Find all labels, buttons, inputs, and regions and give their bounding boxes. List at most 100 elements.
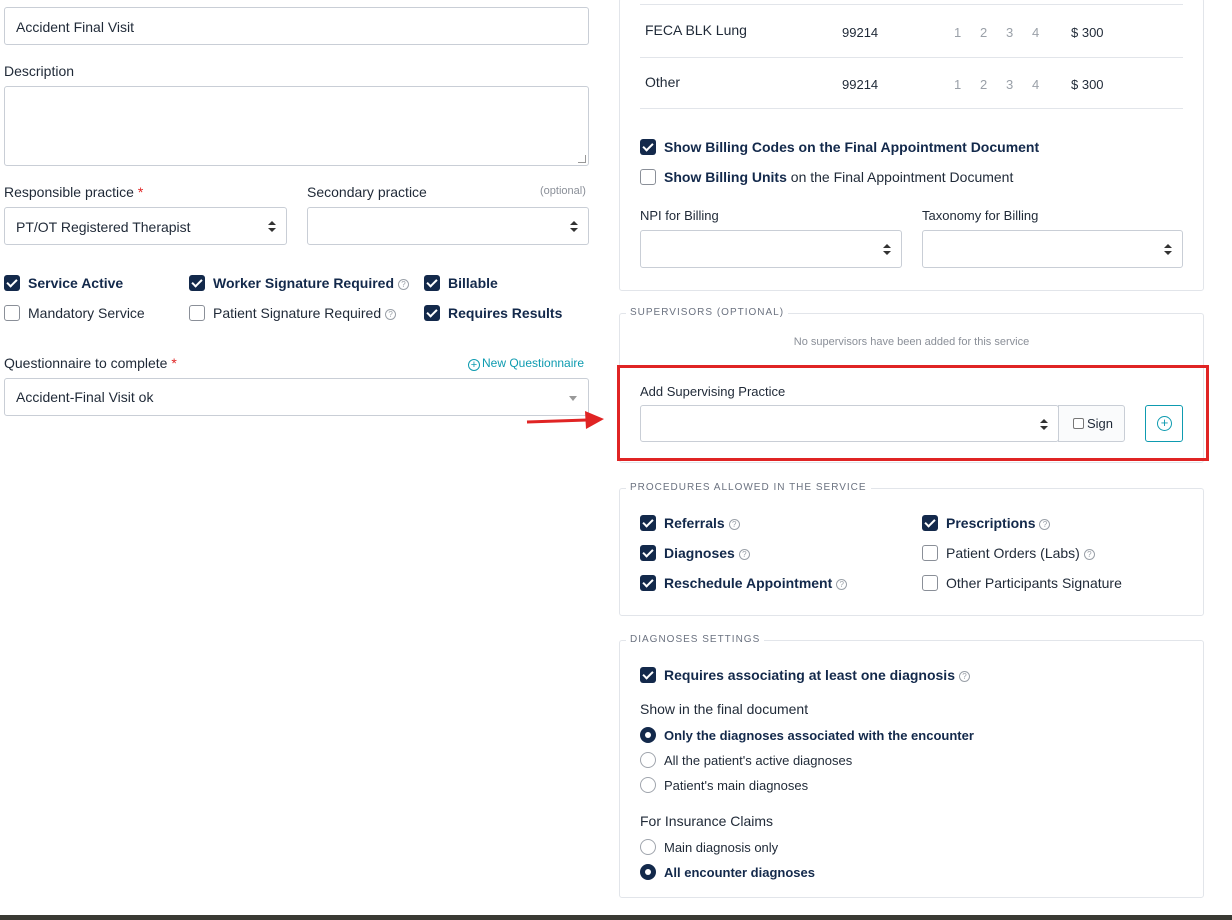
billable-label: Billable xyxy=(448,275,498,291)
help-icon[interactable]: ? xyxy=(1039,519,1051,530)
diagnoses-label: Diagnoses? xyxy=(664,545,750,561)
select-arrows-icon xyxy=(570,221,578,233)
show-billing-units-label: Show Billing Units on the Final Appointm… xyxy=(664,169,1014,185)
other-participants-label: Other Participants Signature xyxy=(946,575,1122,591)
radio-main-only[interactable] xyxy=(640,839,656,855)
radio-active-diagnoses[interactable] xyxy=(640,752,656,768)
questionnaire-select[interactable]: Accident-Final Visit ok xyxy=(4,378,589,416)
help-icon[interactable]: ? xyxy=(836,579,848,590)
questionnaire-value: Accident-Final Visit ok xyxy=(16,389,154,405)
show-billing-units-checkbox[interactable] xyxy=(640,169,656,185)
billing-row-name: Other xyxy=(645,74,681,90)
worker-signature-checkbox[interactable] xyxy=(189,275,205,291)
radio-main-only-label: Main diagnosis only xyxy=(664,840,779,855)
billable-checkbox[interactable] xyxy=(424,275,440,291)
unit-option[interactable]: 2 xyxy=(980,25,987,40)
divider xyxy=(640,108,1183,109)
npi-select[interactable] xyxy=(640,230,902,268)
required-mark: * xyxy=(171,355,177,371)
unit-option[interactable]: 2 xyxy=(980,77,987,92)
service-name-value: Accident Final Visit xyxy=(16,19,135,35)
questionnaire-label: Questionnaire to complete * xyxy=(4,355,177,371)
requires-diagnosis-label: Requires associating at least one diagno… xyxy=(664,667,970,683)
no-supervisors-text: No supervisors have been added for this … xyxy=(793,336,1030,348)
secondary-practice-label: Secondary practice xyxy=(307,184,427,200)
show-billing-codes-label: Show Billing Codes on the Final Appointm… xyxy=(664,139,1040,155)
unit-option[interactable]: 4 xyxy=(1032,25,1039,40)
unit-option[interactable]: 1 xyxy=(954,77,961,92)
requires-diagnosis-checkbox[interactable] xyxy=(640,667,656,683)
help-icon[interactable]: ? xyxy=(398,279,410,290)
requires-results-checkbox[interactable] xyxy=(424,305,440,321)
referrals-label: Referrals? xyxy=(664,515,740,531)
responsible-practice-label: Responsible practice * xyxy=(4,184,144,200)
chevron-down-icon xyxy=(569,396,577,401)
responsible-practice-select[interactable]: PT/OT Registered Therapist xyxy=(4,207,287,245)
sign-label: Sign xyxy=(1087,416,1114,431)
plus-circle-icon: + xyxy=(468,359,480,371)
radio-encounter-label: Only the diagnoses associated with the e… xyxy=(664,728,974,743)
mandatory-service-label: Mandatory Service xyxy=(28,305,145,321)
worker-signature-label: Worker Signature Required? xyxy=(213,275,410,291)
patient-signature-checkbox[interactable] xyxy=(189,305,205,321)
select-arrows-icon xyxy=(1040,419,1048,431)
referrals-checkbox[interactable] xyxy=(640,515,656,531)
billing-row-code: 99214 xyxy=(842,77,879,92)
sign-checkbox[interactable] xyxy=(1073,418,1084,429)
unit-option[interactable]: 3 xyxy=(1006,25,1013,40)
npi-label: NPI for Billing xyxy=(640,208,719,223)
description-textarea[interactable] xyxy=(4,86,589,166)
help-icon[interactable]: ? xyxy=(728,519,740,530)
select-arrows-icon xyxy=(883,244,891,256)
insurance-claims-label: For Insurance Claims xyxy=(640,813,774,829)
new-questionnaire-link[interactable]: + New Questionnaire xyxy=(468,356,584,371)
resize-handle-icon[interactable] xyxy=(578,155,586,163)
sign-toggle[interactable]: Sign xyxy=(1058,405,1125,442)
unit-option[interactable]: 4 xyxy=(1032,77,1039,92)
help-icon[interactable]: ? xyxy=(385,309,397,320)
secondary-practice-select[interactable] xyxy=(307,207,589,245)
select-arrows-icon xyxy=(1164,244,1172,256)
responsible-practice-value: PT/OT Registered Therapist xyxy=(16,219,191,235)
other-participants-checkbox[interactable] xyxy=(922,575,938,591)
supervisors-legend: SUPERVISORS (OPTIONAL) xyxy=(626,307,789,318)
help-icon[interactable]: ? xyxy=(738,549,750,560)
prescriptions-label: Prescriptions? xyxy=(946,515,1051,531)
mandatory-service-checkbox[interactable] xyxy=(4,305,20,321)
plus-circle-icon: + xyxy=(1157,416,1172,431)
supervising-practice-select[interactable] xyxy=(640,405,1059,442)
patient-orders-checkbox[interactable] xyxy=(922,545,938,561)
requires-results-label: Requires Results xyxy=(448,305,563,321)
service-name-input[interactable]: Accident Final Visit xyxy=(4,7,589,45)
radio-all-encounter-label: All encounter diagnoses xyxy=(664,865,815,880)
taxonomy-select[interactable] xyxy=(922,230,1183,268)
add-supervisor-button[interactable]: + xyxy=(1145,405,1183,442)
show-billing-codes-checkbox[interactable] xyxy=(640,139,656,155)
service-active-label: Service Active xyxy=(28,275,124,291)
billing-row-name: FECA BLK Lung xyxy=(645,22,747,38)
radio-main-label: Patient's main diagnoses xyxy=(664,778,809,793)
billing-row-price: $ 300 xyxy=(1071,25,1104,40)
radio-active-label: All the patient's active diagnoses xyxy=(664,753,853,768)
help-icon[interactable]: ? xyxy=(958,671,970,682)
radio-encounter-diagnoses[interactable] xyxy=(640,727,656,743)
patient-orders-label: Patient Orders (Labs)? xyxy=(946,545,1095,561)
required-mark: * xyxy=(137,184,144,200)
unit-option[interactable]: 3 xyxy=(1006,77,1013,92)
bottom-border xyxy=(0,915,1232,920)
procedures-legend: PROCEDURES ALLOWED IN THE SERVICE xyxy=(626,482,871,493)
radio-main-diagnoses[interactable] xyxy=(640,777,656,793)
radio-all-encounter[interactable] xyxy=(640,864,656,880)
service-active-checkbox[interactable] xyxy=(4,275,20,291)
unit-option[interactable]: 1 xyxy=(954,25,961,40)
arrow-annotation-icon xyxy=(526,411,604,429)
help-icon[interactable]: ? xyxy=(1083,549,1095,560)
optional-label: (optional) xyxy=(540,185,586,197)
reschedule-checkbox[interactable] xyxy=(640,575,656,591)
prescriptions-checkbox[interactable] xyxy=(922,515,938,531)
add-supervising-label: Add Supervising Practice xyxy=(640,384,786,399)
diagnoses-checkbox[interactable] xyxy=(640,545,656,561)
reschedule-label: Reschedule Appointment? xyxy=(664,575,848,591)
description-label: Description xyxy=(4,63,75,79)
taxonomy-label: Taxonomy for Billing xyxy=(922,208,1039,223)
